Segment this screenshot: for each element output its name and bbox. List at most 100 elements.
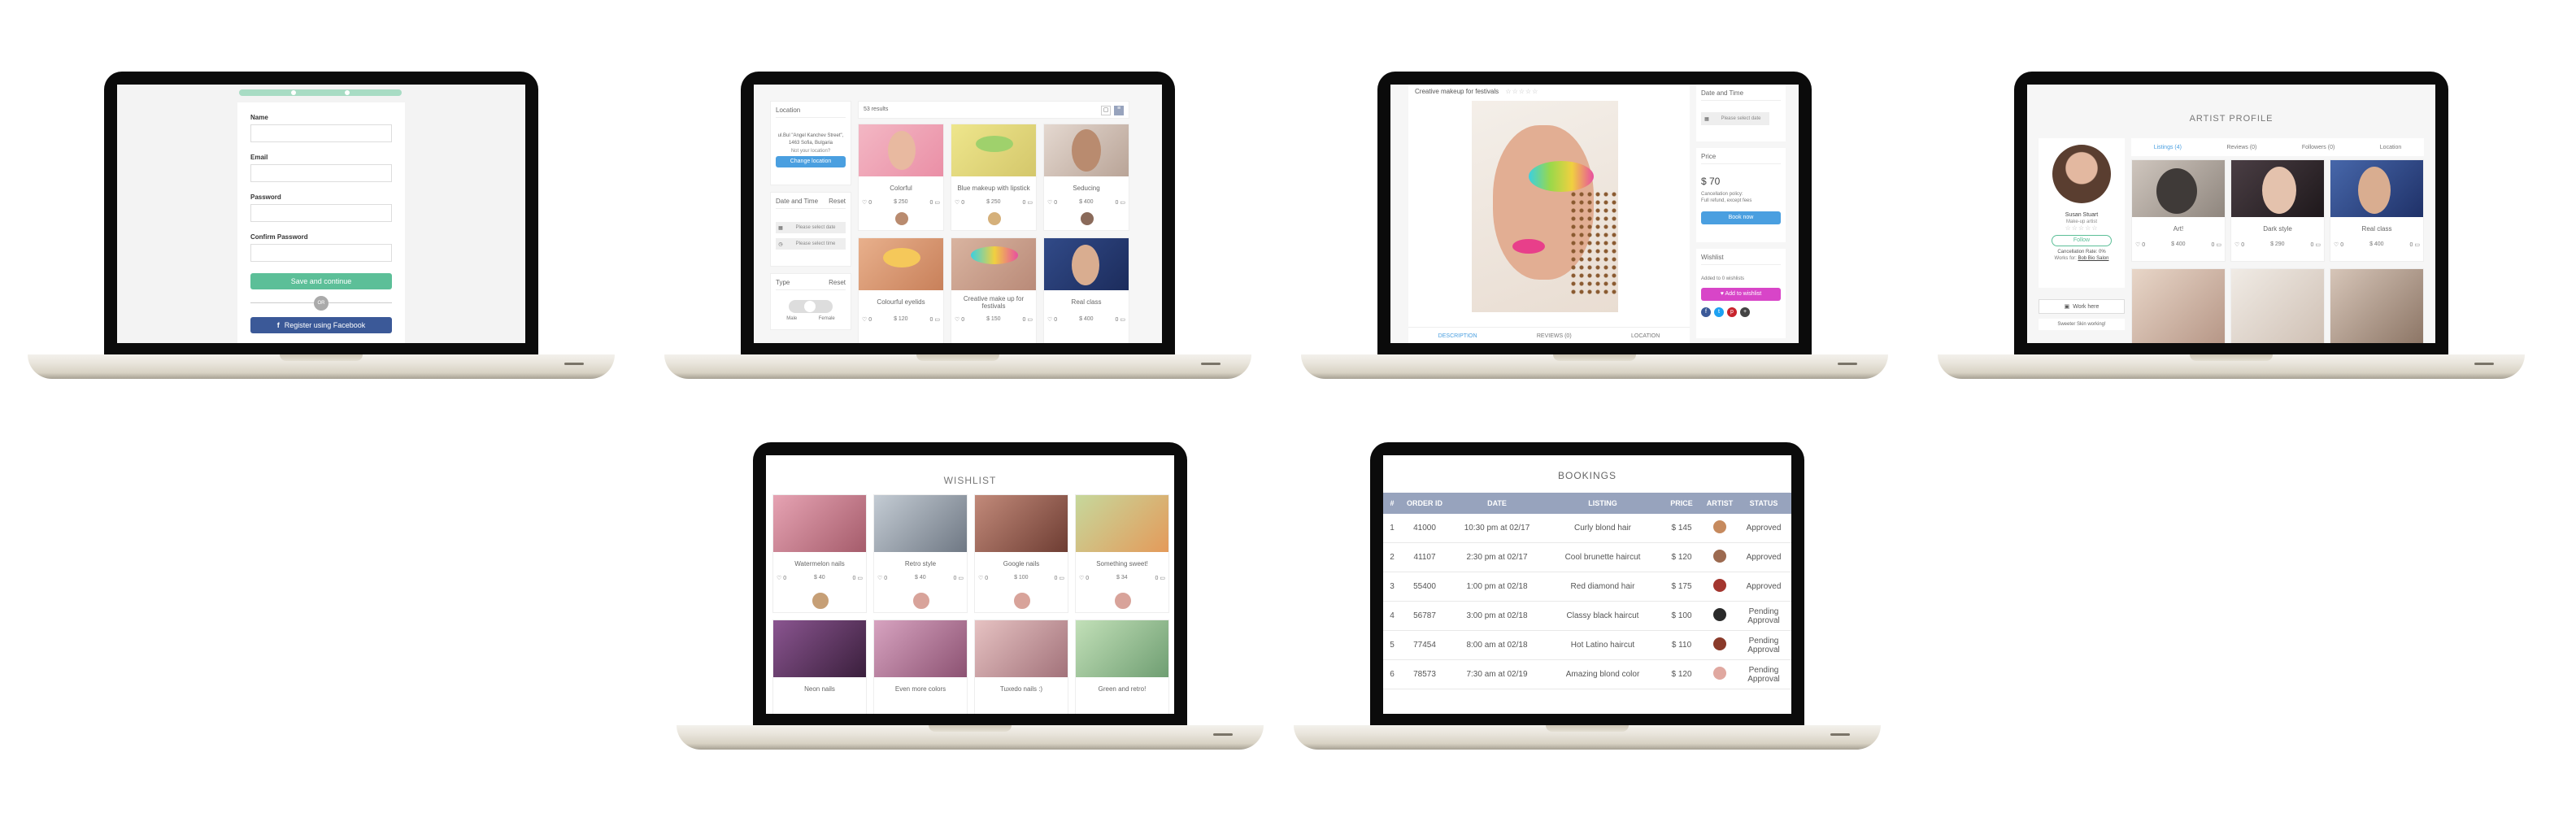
comment-icon[interactable]: 0 ▭ <box>1116 316 1125 323</box>
avatar[interactable] <box>1012 591 1032 611</box>
wishlist-card[interactable]: Retro style ♡ 0 $ 40 0 ▭ <box>873 494 968 613</box>
result-card[interactable]: Creative make up for festivals ♡ 0 $ 150 0… <box>951 237 1037 343</box>
table-row[interactable]: 3 55400 1:00 pm at 02/18 Red diamond hair $ … <box>1383 572 1791 602</box>
comment-icon[interactable]: 0 ▭ <box>1155 575 1165 581</box>
artist-avatar[interactable] <box>1713 520 1726 533</box>
tab-listings[interactable]: Listings (4) <box>2154 145 2182 150</box>
result-card[interactable]: Colorful ♡ 0 $ 250 0 ▭ <box>858 124 944 231</box>
heart-icon[interactable]: ♡ 0 <box>1079 575 1089 581</box>
table-row[interactable]: 2 41107 2:30 pm at 02/17 Cool brunette hair… <box>1383 543 1791 572</box>
heart-icon[interactable]: ♡ 0 <box>877 575 887 581</box>
comment-icon[interactable]: 0 ▭ <box>2311 241 2321 248</box>
email-field[interactable] <box>250 164 392 182</box>
comment-icon[interactable]: 0 ▭ <box>2410 241 2420 248</box>
avatar[interactable] <box>811 591 830 611</box>
comment-icon[interactable]: 0 ▭ <box>1023 199 1033 206</box>
artist-avatar[interactable] <box>1713 579 1726 592</box>
comment-icon[interactable]: 0 ▭ <box>954 575 964 581</box>
date-select[interactable]: ▦ Please select date <box>776 222 846 233</box>
listing-card[interactable]: Dark style ♡ 0 $ 290 0 ▭ <box>2230 159 2325 262</box>
follow-button[interactable]: Follow <box>2052 235 2112 246</box>
wishlist-card[interactable]: Something sweet! ♡ 0 $ 34 0 ▭ <box>1075 494 1169 613</box>
date-select[interactable]: ▦ Please select date <box>1701 112 1769 125</box>
listing-card[interactable] <box>2330 268 2424 343</box>
order-listing[interactable]: Cool brunette haircut <box>1546 553 1660 562</box>
avatar[interactable] <box>894 211 910 227</box>
facebook-icon[interactable]: f <box>1701 307 1711 317</box>
order-listing[interactable]: Amazing blond color <box>1546 670 1660 679</box>
result-card[interactable]: Real class ♡ 0 $ 400 0 ▭ <box>1043 237 1129 343</box>
works-for-link[interactable]: Bob Bio Salon <box>2078 256 2108 261</box>
comment-icon[interactable]: 0 ▭ <box>1023 316 1033 323</box>
wishlist-card[interactable]: Watermelon nails ♡ 0 $ 40 0 ▭ <box>772 494 867 613</box>
heart-icon[interactable]: ♡ 0 <box>1047 199 1057 206</box>
artist-avatar[interactable] <box>1713 637 1726 650</box>
avatar[interactable] <box>1113 591 1133 611</box>
tab-location[interactable]: Location <box>2380 145 2401 150</box>
heart-icon[interactable]: ♡ 0 <box>978 575 988 581</box>
comment-icon[interactable]: 0 ▭ <box>1116 199 1125 206</box>
order-listing[interactable]: Hot Latino haircut <box>1546 641 1660 650</box>
heart-icon[interactable]: ♡ 0 <box>2234 241 2244 248</box>
work-here-button[interactable]: ▣ Work here <box>2039 299 2125 314</box>
tab-followers[interactable]: Followers (0) <box>2302 145 2334 150</box>
result-card[interactable]: Seducing ♡ 0 $ 400 0 ▭ <box>1043 124 1129 231</box>
heart-icon[interactable]: ♡ 0 <box>955 199 964 206</box>
twitter-icon[interactable]: t <box>1714 307 1724 317</box>
name-field[interactable] <box>250 124 392 142</box>
heart-icon[interactable]: ♡ 0 <box>862 316 872 323</box>
listing-card[interactable] <box>2230 268 2325 343</box>
table-row[interactable]: 1 41000 10:30 pm at 02/17 Curly blond hair $… <box>1383 514 1791 543</box>
wishlist-card[interactable]: Even more colors <box>873 620 968 714</box>
save-continue-button[interactable]: Save and continue <box>250 273 392 289</box>
pinterest-icon[interactable]: p <box>1727 307 1737 317</box>
wishlist-card[interactable]: Green and retro! <box>1075 620 1169 714</box>
heart-icon[interactable]: ♡ 0 <box>955 316 964 323</box>
book-now-button[interactable]: Book now <box>1701 211 1781 224</box>
wishlist-card[interactable]: Tuxedo nails :) <box>974 620 1068 714</box>
comment-icon[interactable]: 0 ▭ <box>930 199 940 206</box>
gender-toggle[interactable] <box>789 300 833 313</box>
wishlist-card[interactable]: Google nails ♡ 0 $ 100 0 ▭ <box>974 494 1068 613</box>
order-listing[interactable]: Red diamond hair <box>1546 582 1660 591</box>
table-row[interactable]: 4 56787 3:00 pm at 02/18 Classy black hairc… <box>1383 602 1791 631</box>
heart-icon[interactable]: ♡ 0 <box>2135 241 2145 248</box>
type-reset[interactable]: Reset <box>829 279 846 286</box>
rating-stars[interactable]: ☆☆☆☆☆ <box>1505 88 1538 95</box>
share-icon[interactable]: + <box>1740 307 1750 317</box>
datetime-reset[interactable]: Reset <box>829 198 846 205</box>
heart-icon[interactable]: ♡ 0 <box>2334 241 2343 248</box>
artist-avatar[interactable] <box>1713 550 1726 563</box>
tab-location[interactable]: LOCATION <box>1631 333 1660 339</box>
heart-icon[interactable]: ♡ 0 <box>777 575 786 581</box>
heart-icon[interactable]: ♡ 0 <box>862 199 872 206</box>
heart-icon[interactable]: ♡ 0 <box>1047 316 1057 323</box>
time-select[interactable]: ◷ Please select time <box>776 238 846 250</box>
tab-reviews[interactable]: Reviews (0) <box>2226 145 2256 150</box>
wishlist-card[interactable]: Neon nails <box>772 620 867 714</box>
list-view-button[interactable]: ≡ <box>1114 106 1124 115</box>
confirm-password-field[interactable] <box>250 244 392 262</box>
listing-card[interactable]: Real class ♡ 0 $ 400 0 ▭ <box>2330 159 2424 262</box>
result-card[interactable]: Colourful eyelids ♡ 0 $ 120 0 ▭ <box>858 237 944 343</box>
result-card[interactable]: Blue makeup with lipstick ♡ 0 $ 250 0 ▭ <box>951 124 1037 231</box>
facebook-register-button[interactable]: f Register using Facebook <box>250 317 392 333</box>
table-row[interactable]: 6 78573 7:30 am at 02/19 Amazing blond colo… <box>1383 660 1791 689</box>
listing-card[interactable] <box>2131 268 2226 343</box>
change-location-button[interactable]: Change location <box>776 156 846 167</box>
artist-avatar[interactable] <box>1713 667 1726 680</box>
comment-icon[interactable]: 0 ▭ <box>853 575 863 581</box>
grid-view-button[interactable]: ▢ <box>1101 106 1111 115</box>
order-listing[interactable]: Classy black haircut <box>1546 611 1660 620</box>
order-listing[interactable]: Curly blond hair <box>1546 524 1660 533</box>
comment-icon[interactable]: 0 ▭ <box>1055 575 1064 581</box>
avatar[interactable] <box>1079 211 1095 227</box>
listing-card[interactable]: Art! ♡ 0 $ 400 0 ▭ <box>2131 159 2226 262</box>
comment-icon[interactable]: 0 ▭ <box>930 316 940 323</box>
add-to-wishlist-button[interactable]: ♥ Add to wishlist <box>1701 288 1781 301</box>
artist-avatar[interactable] <box>1713 608 1726 621</box>
avatar[interactable] <box>912 591 931 611</box>
tab-reviews[interactable]: REVIEWS (0) <box>1537 333 1572 339</box>
comment-icon[interactable]: 0 ▭ <box>2212 241 2221 248</box>
avatar[interactable] <box>986 211 1003 227</box>
